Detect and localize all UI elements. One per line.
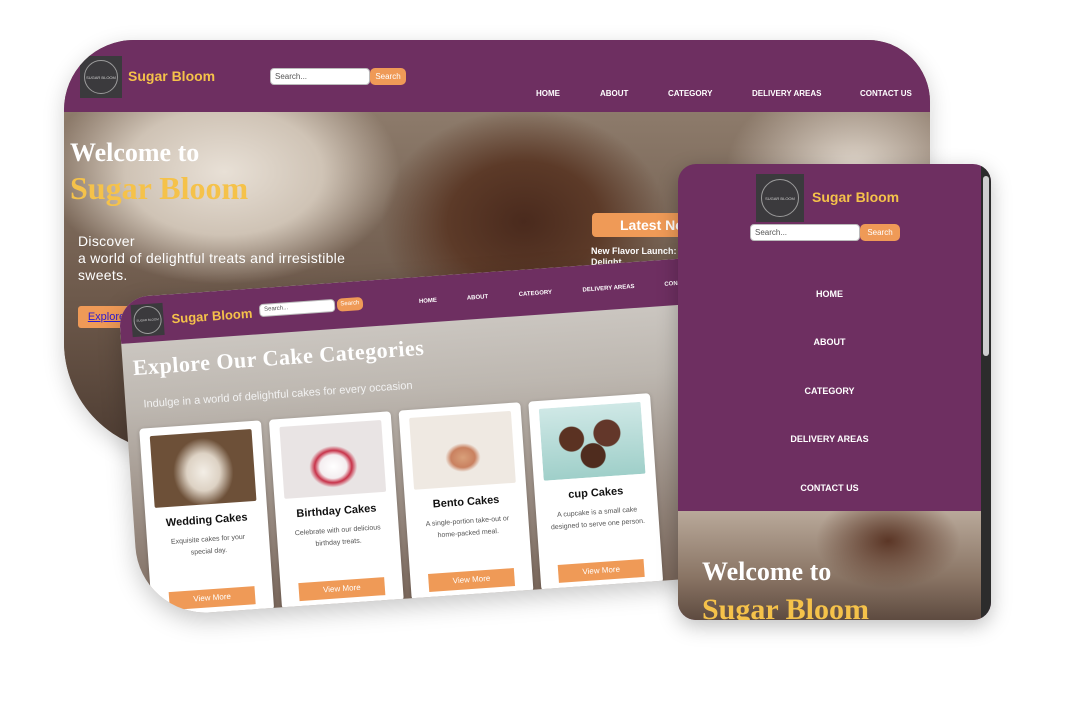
- cupcakes-image: [538, 401, 646, 481]
- view-more-button[interactable]: View More: [168, 586, 256, 611]
- logo[interactable]: SUGAR BLOOM: [130, 302, 165, 338]
- card-title: Wedding Cakes: [165, 511, 248, 530]
- nav-contact-us[interactable]: CON: [664, 281, 678, 288]
- search-button[interactable]: Search: [336, 296, 364, 312]
- nav-delivery-areas[interactable]: DELIVERY AREAS: [678, 434, 981, 444]
- logo[interactable]: SUGAR BLOOM: [80, 56, 122, 98]
- category-mockup: SUGAR BLOOM Sugar Bloom Search... Search…: [118, 256, 739, 618]
- card-description: Exquisite cakes for your special day.: [170, 533, 246, 557]
- search-input[interactable]: Search...: [258, 298, 336, 318]
- category-card-birthday[interactable]: Birthday Cakes Celebrate with our delici…: [268, 411, 404, 610]
- view-more-button[interactable]: View More: [428, 568, 516, 593]
- card-title: cup Cakes: [567, 485, 624, 502]
- search-input[interactable]: Search...: [750, 224, 860, 241]
- logo[interactable]: SUGAR BLOOM: [756, 174, 804, 222]
- category-card-wedding[interactable]: Wedding Cakes Exquisite cakes for your s…: [139, 420, 275, 618]
- nav-about[interactable]: ABOUT: [678, 337, 981, 347]
- card-description: A single-portion take-out or home-packed…: [425, 515, 510, 540]
- scrollbar-thumb[interactable]: [983, 176, 989, 356]
- search-button[interactable]: Search: [370, 68, 406, 85]
- nav-contact-us[interactable]: CONTACT US: [860, 89, 912, 98]
- nav-about[interactable]: ABOUT: [467, 294, 489, 301]
- logo-emblem: SUGAR BLOOM: [761, 179, 799, 217]
- category-card-bento[interactable]: Bento Cakes A single-portion take-out or…: [398, 402, 534, 601]
- nav-delivery-areas[interactable]: DELIVERY AREAS: [582, 284, 634, 294]
- mobile-mockup: SUGAR BLOOM Sugar Bloom Search... Search…: [678, 164, 991, 620]
- category-card-cupcakes[interactable]: cup Cakes A cupcake is a small cake desi…: [528, 393, 664, 592]
- wedding-cake-image: [149, 429, 257, 508]
- nav-contact-us[interactable]: CONTACT US: [678, 483, 981, 493]
- nav-home[interactable]: HOME: [536, 89, 560, 98]
- nav-home[interactable]: HOME: [419, 298, 437, 305]
- nav-category[interactable]: CATEGORY: [668, 89, 712, 98]
- hero-description: Discover a world of delightful treats an…: [78, 233, 346, 283]
- search-input[interactable]: Search...: [270, 68, 370, 85]
- brand-name: Sugar Bloom: [128, 68, 216, 84]
- hero-brand: Sugar Bloom: [70, 170, 249, 206]
- nav-about[interactable]: ABOUT: [600, 89, 628, 98]
- search-button[interactable]: Search: [860, 224, 900, 241]
- birthday-cake-image: [279, 419, 387, 499]
- view-more-button[interactable]: View More: [298, 577, 386, 602]
- categories-title: Explore Our Cake Categories: [132, 334, 425, 381]
- nav-home[interactable]: HOME: [678, 289, 981, 299]
- brand-name: Sugar Bloom: [171, 305, 253, 327]
- logo-emblem: SUGAR BLOOM: [132, 305, 163, 335]
- nav-category[interactable]: CATEGORY: [519, 290, 553, 298]
- scrollbar-track[interactable]: [981, 164, 991, 620]
- card-title: Bento Cakes: [432, 493, 500, 511]
- hero-brand: Sugar Bloom: [702, 593, 869, 620]
- hero-welcome: Welcome to: [702, 557, 832, 586]
- nav-category[interactable]: CATEGORY: [678, 386, 981, 396]
- card-title: Birthday Cakes: [296, 502, 377, 521]
- mobile-hero: Welcome to Sugar Bloom: [678, 511, 981, 620]
- view-more-button[interactable]: View More: [557, 558, 645, 583]
- bento-cake-image: [409, 410, 516, 490]
- card-description: Celebrate with our delicious birthday tr…: [294, 524, 381, 548]
- hero-welcome: Welcome to: [70, 138, 200, 167]
- categories-subtitle: Indulge in a world of delightful cakes f…: [143, 379, 413, 411]
- logo-emblem: SUGAR BLOOM: [84, 60, 118, 94]
- brand-name: Sugar Bloom: [812, 189, 900, 205]
- nav-delivery-areas[interactable]: DELIVERY AREAS: [752, 89, 822, 98]
- desktop-navbar: SUGAR BLOOM Sugar Bloom Search... Search…: [64, 40, 930, 112]
- card-description: A cupcake is a small cake designed to se…: [550, 506, 646, 532]
